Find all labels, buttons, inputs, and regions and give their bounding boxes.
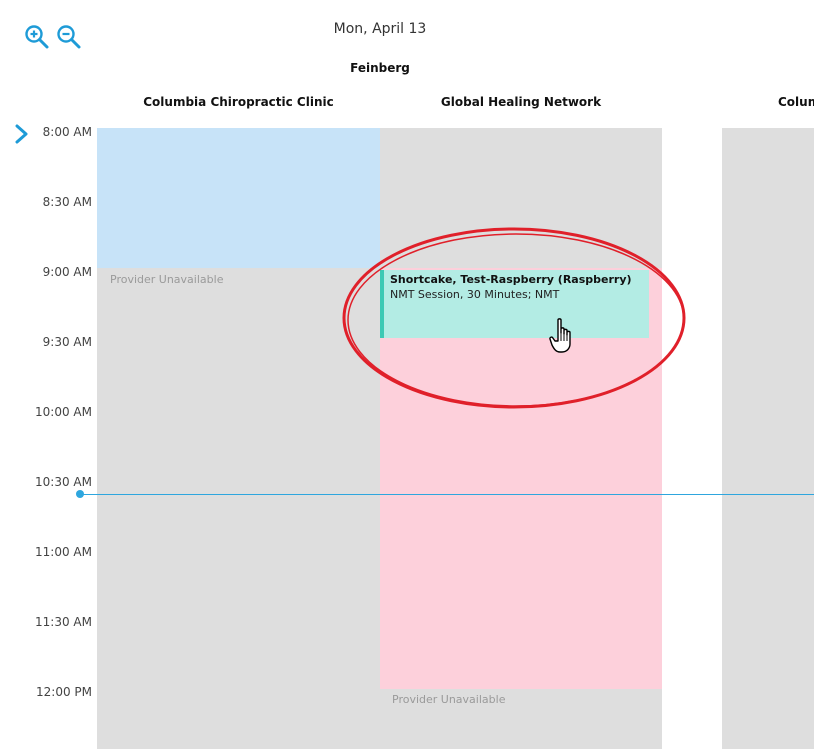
appointment-card[interactable]: Shortcake, Test-Raspberry (Raspberry) NM…	[380, 270, 649, 338]
zoom-in-icon	[25, 25, 49, 49]
time-label: 11:00 AM	[35, 545, 92, 559]
time-label: 8:00 AM	[42, 125, 92, 139]
date-title: Mon, April 13	[333, 21, 427, 37]
zoom-out-icon	[57, 25, 81, 49]
time-label: 9:00 AM	[42, 265, 92, 279]
calendar-day-view: Mon, April 13 Feinberg Columbia Chiropra…	[0, 0, 814, 749]
zoom-out-button[interactable]	[56, 24, 82, 50]
time-label: 8:30 AM	[42, 195, 92, 209]
zoom-in-button[interactable]	[24, 24, 50, 50]
provider-title: Feinberg	[350, 61, 410, 75]
time-label: 11:30 AM	[35, 615, 92, 629]
appointment-subtitle: NMT Session, 30 Minutes; NMT	[390, 288, 560, 301]
provider-unavailable-label: Provider Unavailable	[110, 273, 224, 286]
time-label: 10:30 AM	[35, 475, 92, 489]
appointment-title: Shortcake, Test-Raspberry (Raspberry)	[390, 273, 632, 286]
time-label: 10:00 AM	[35, 405, 92, 419]
column-header-global-healing: Global Healing Network	[440, 95, 602, 109]
provider-unavailable-label: Provider Unavailable	[392, 693, 506, 706]
available-slot[interactable]	[97, 128, 380, 268]
column-header-columbia-2: Colum	[778, 95, 814, 109]
time-label: 12:00 PM	[36, 685, 92, 699]
schedule-grid-column-3[interactable]	[722, 128, 814, 749]
column-header-columbia: Columbia Chiropractic Clinic	[143, 95, 334, 109]
current-time-line	[80, 494, 814, 495]
current-time-dot	[76, 490, 84, 498]
time-label: 9:30 AM	[42, 335, 92, 349]
